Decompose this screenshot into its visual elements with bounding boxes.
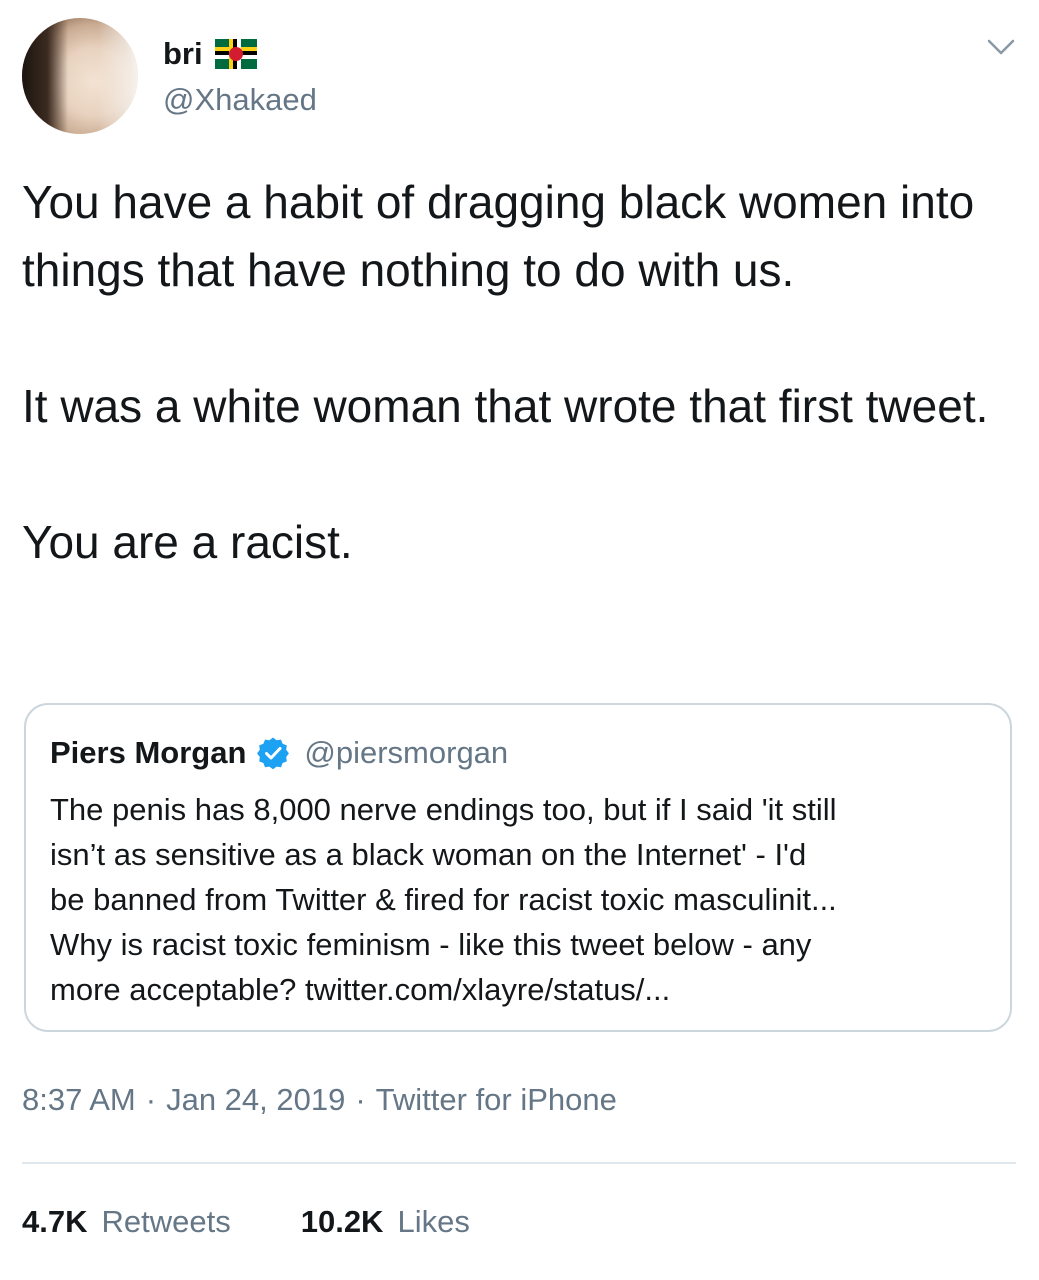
quoted-author-handle: @piersmorgan (304, 735, 509, 770)
meta-separator: · (145, 1082, 157, 1117)
quoted-tweet-line: isn’t as sensitive as a black woman on t… (50, 837, 807, 872)
meta-separator: · (355, 1082, 366, 1117)
avatar[interactable] (22, 18, 138, 134)
tweet-source[interactable]: Twitter for iPhone (376, 1082, 617, 1117)
likes-stat[interactable]: 10.2K Likes (301, 1204, 470, 1240)
tweet-metadata: 8:37 AM · Jan 24, 2019 · Twitter for iPhone (22, 1082, 617, 1118)
author-handle[interactable]: @Xhakaed (163, 82, 317, 118)
likes-label: Likes (397, 1204, 470, 1239)
author-name-row[interactable]: bri (163, 34, 257, 74)
quoted-author-name: Piers Morgan (50, 735, 247, 770)
tweet-detail: bri @Xhakaed You have a habit of draggin… (0, 0, 1039, 1280)
divider (22, 1162, 1016, 1164)
tweet-time[interactable]: 8:37 AM (22, 1082, 136, 1117)
likes-count: 10.2K (300, 1204, 384, 1239)
tweet-paragraph: It was a white woman that wrote that fir… (22, 380, 989, 432)
quoted-tweet-line: be banned from Twitter & fired for racis… (50, 882, 837, 917)
tweet-paragraph: You have a habit of dragging black women… (22, 176, 975, 296)
retweets-count: 4.7K (22, 1204, 88, 1239)
quoted-tweet-line: Why is racist toxic feminism - like this… (50, 927, 812, 962)
tweet-date[interactable]: Jan 24, 2019 (166, 1082, 345, 1117)
quoted-tweet-text: The penis has 8,000 nerve endings too, b… (50, 787, 995, 1012)
avatar-shadow (22, 18, 68, 134)
quoted-tweet-line: The penis has 8,000 nerve endings too, b… (50, 792, 837, 827)
tweet-stats: 4.7K Retweets 10.2K Likes (22, 1200, 470, 1244)
quoted-tweet-header: Piers Morgan @piersmorgan (50, 733, 508, 773)
avatar-highlight (98, 18, 138, 134)
retweets-stat[interactable]: 4.7K Retweets (22, 1204, 231, 1240)
tweet-text: You have a habit of dragging black women… (22, 168, 1012, 576)
quoted-tweet-card[interactable]: Piers Morgan @piersmorgan The penis has … (24, 703, 1012, 1032)
dominica-flag-icon (214, 39, 257, 69)
quoted-tweet-line: more acceptable? twitter.com/xlayre/stat… (50, 972, 671, 1007)
tweet-paragraph: You are a racist. (22, 516, 353, 568)
retweets-label: Retweets (101, 1204, 231, 1239)
verified-badge-icon (257, 737, 290, 770)
chevron-down-icon[interactable] (986, 36, 1016, 58)
author-display-name[interactable]: bri (163, 36, 203, 72)
